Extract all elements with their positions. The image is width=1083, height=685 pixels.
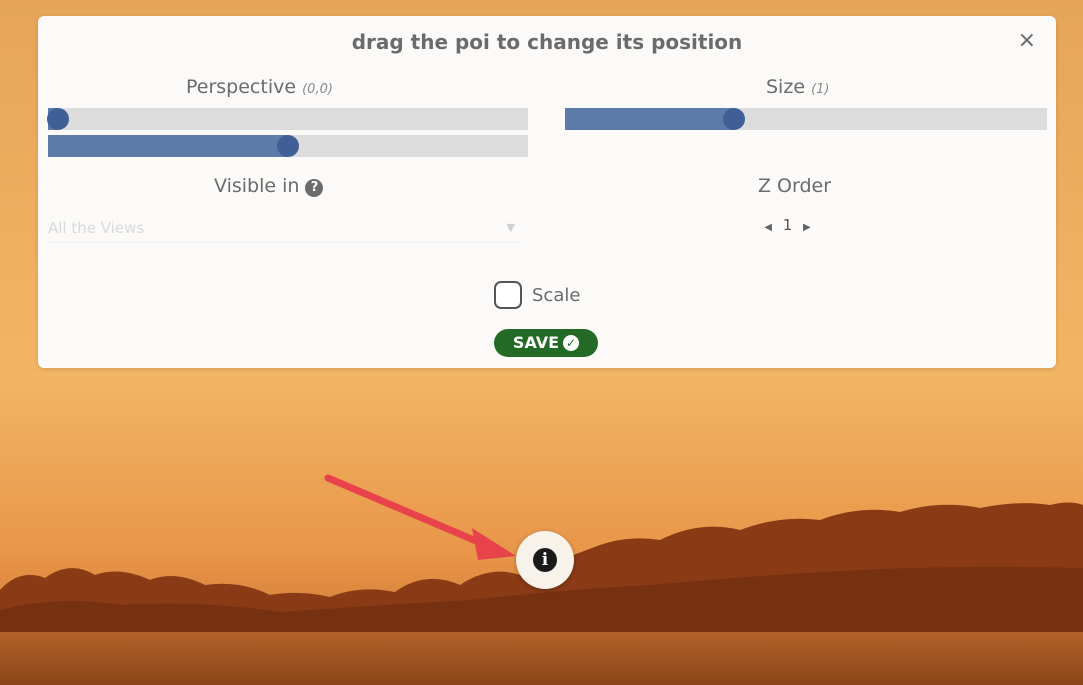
- size-label: Size (1): [766, 76, 829, 98]
- perspective-label-text: Perspective: [186, 76, 297, 98]
- close-icon[interactable]: ×: [1018, 28, 1036, 53]
- perspective-label: Perspective (0,0): [186, 76, 333, 98]
- help-icon[interactable]: ?: [305, 179, 324, 197]
- z-order-box: ◀ 1 ▶: [535, 212, 1040, 242]
- perspective-slider-y-handle[interactable]: [277, 135, 299, 157]
- scale-checkbox[interactable]: [494, 281, 522, 309]
- perspective-value: (0,0): [302, 82, 333, 97]
- size-label-text: Size: [766, 76, 806, 98]
- z-order-value: 1: [782, 216, 793, 234]
- scale-label: Scale: [532, 284, 581, 306]
- z-order-next-icon[interactable]: ▶: [803, 222, 811, 233]
- z-order-prev-icon[interactable]: ◀: [764, 222, 772, 233]
- poi-editor-panel: drag the poi to change its position × Pe…: [38, 16, 1056, 368]
- panel-title: drag the poi to change its position: [351, 30, 743, 54]
- perspective-slider-x-handle[interactable]: [46, 108, 69, 130]
- map-stage: drag the poi to change its position × Pe…: [0, 0, 1083, 685]
- grass-field: [0, 632, 1083, 685]
- size-value: (1): [811, 82, 830, 97]
- check-icon: ✓: [563, 335, 580, 351]
- z-order-stepper: ◀ 1 ▶: [535, 216, 1040, 234]
- chevron-down-icon: ▼: [506, 221, 515, 234]
- size-slider-fill: [565, 108, 734, 130]
- save-button-label: SAVE: [512, 333, 560, 352]
- size-slider-handle[interactable]: [722, 108, 745, 130]
- info-icon: i: [533, 548, 557, 572]
- visible-in-selected: All the Views: [48, 219, 145, 237]
- z-order-label: Z Order: [758, 175, 832, 197]
- poi-marker[interactable]: i: [516, 531, 574, 589]
- visible-in-label-text: Visible in: [214, 175, 300, 197]
- scale-option: Scale: [494, 281, 580, 309]
- save-button[interactable]: SAVE ✓: [494, 329, 598, 357]
- perspective-slider-y[interactable]: [48, 135, 528, 157]
- perspective-slider-x[interactable]: [46, 108, 528, 130]
- perspective-slider-y-fill: [48, 135, 288, 157]
- visible-in-select[interactable]: All the Views ▼: [48, 214, 523, 243]
- visible-in-label: Visible in ?: [214, 175, 324, 197]
- size-slider[interactable]: [565, 108, 1047, 130]
